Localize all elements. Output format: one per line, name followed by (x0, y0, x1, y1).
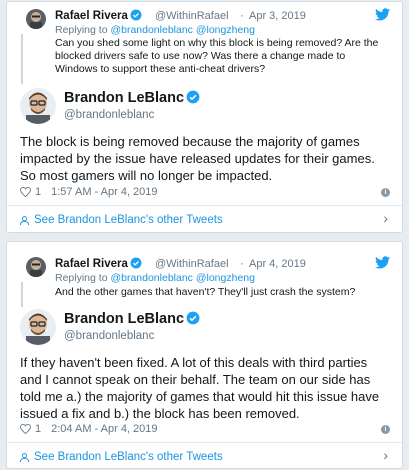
verified-badge-icon (186, 90, 200, 104)
replying-to-link[interactable]: @brandonleblanc @longzheng (110, 24, 255, 36)
author-handle[interactable]: @brandonleblanc (64, 109, 154, 121)
thread-line (21, 34, 23, 84)
user-icon (19, 452, 30, 462)
tweet-meta: 1 1:57 AM - Apr 4, 2019 (20, 186, 158, 198)
tweet-meta: 1 2:04 AM - Apr 4, 2019 (20, 423, 158, 435)
see-other-tweets-link[interactable]: See Brandon LeBlanc's other Tweets (19, 214, 223, 226)
see-other-tweets-link[interactable]: See Brandon LeBlanc's other Tweets (19, 451, 223, 463)
author-name[interactable]: Brandon LeBlanc (64, 90, 200, 106)
user-icon (19, 215, 30, 225)
like-count[interactable]: 1 (35, 186, 41, 198)
quoted-author-name-text: Rafael Rivera (55, 258, 128, 270)
tweet-body: The block is being removed because the m… (20, 134, 375, 183)
author-name-text: Brandon LeBlanc (64, 90, 185, 106)
heart-icon[interactable] (20, 424, 31, 434)
quoted-author-handle[interactable]: @WithinRafael (155, 10, 229, 22)
chevron-right-icon[interactable]: › (383, 447, 388, 463)
quoted-tweet-date[interactable]: Apr 4, 2019 (249, 258, 306, 270)
see-other-tweets-label: See Brandon LeBlanc's other Tweets (34, 214, 223, 226)
info-icon[interactable]: i (381, 188, 390, 197)
verified-badge-icon (130, 9, 142, 21)
tweet-card: Rafael Rivera @WithinRafael · Apr 3, 201… (6, 1, 403, 233)
avatar[interactable] (26, 257, 46, 277)
replying-to-link[interactable]: @brandonleblanc @longzheng (110, 272, 255, 284)
replying-to: Replying to @brandonleblanc @longzheng (55, 272, 255, 284)
divider (7, 205, 402, 206)
heart-icon[interactable] (20, 187, 31, 197)
like-count[interactable]: 1 (35, 423, 41, 435)
quoted-tweet-date[interactable]: Apr 3, 2019 (249, 10, 306, 22)
replying-to-prefix: Replying to (55, 272, 111, 284)
info-icon[interactable]: i (381, 425, 390, 434)
twitter-bird-icon[interactable] (375, 8, 390, 21)
author-avatar[interactable] (20, 88, 56, 124)
tweet-card: Rafael Rivera @WithinRafael · Apr 4, 201… (6, 241, 403, 469)
verified-badge-icon (186, 311, 200, 325)
quoted-author-name-text: Rafael Rivera (55, 10, 128, 22)
tweet-timestamp[interactable]: 1:57 AM - Apr 4, 2019 (51, 186, 157, 198)
see-other-tweets-label: See Brandon LeBlanc's other Tweets (34, 451, 223, 463)
chevron-right-icon[interactable]: › (383, 210, 388, 226)
quoted-author-handle[interactable]: @WithinRafael (155, 258, 229, 270)
author-handle[interactable]: @brandonleblanc (64, 330, 154, 342)
author-avatar[interactable] (20, 309, 56, 345)
thread-line (21, 282, 23, 307)
replying-to-prefix: Replying to (55, 24, 111, 36)
replying-to: Replying to @brandonleblanc @longzheng (55, 24, 255, 36)
tweet-timestamp[interactable]: 2:04 AM - Apr 4, 2019 (51, 423, 157, 435)
separator-dot: · (240, 258, 244, 270)
avatar[interactable] (26, 9, 46, 29)
tweet-body: If they haven't been fixed. A lot of thi… (20, 355, 380, 421)
quoted-tweet-text: And the other games that haven't? They'l… (55, 286, 356, 298)
separator-dot: · (240, 10, 244, 22)
author-name[interactable]: Brandon LeBlanc (64, 311, 200, 327)
divider (7, 442, 402, 443)
quoted-author-name[interactable]: Rafael Rivera (55, 257, 142, 270)
quoted-author-name[interactable]: Rafael Rivera (55, 9, 142, 22)
author-name-text: Brandon LeBlanc (64, 311, 185, 327)
twitter-bird-icon[interactable] (375, 256, 390, 269)
verified-badge-icon (130, 257, 142, 269)
quoted-tweet-text: Can you shed some light on why this bloc… (55, 37, 379, 75)
